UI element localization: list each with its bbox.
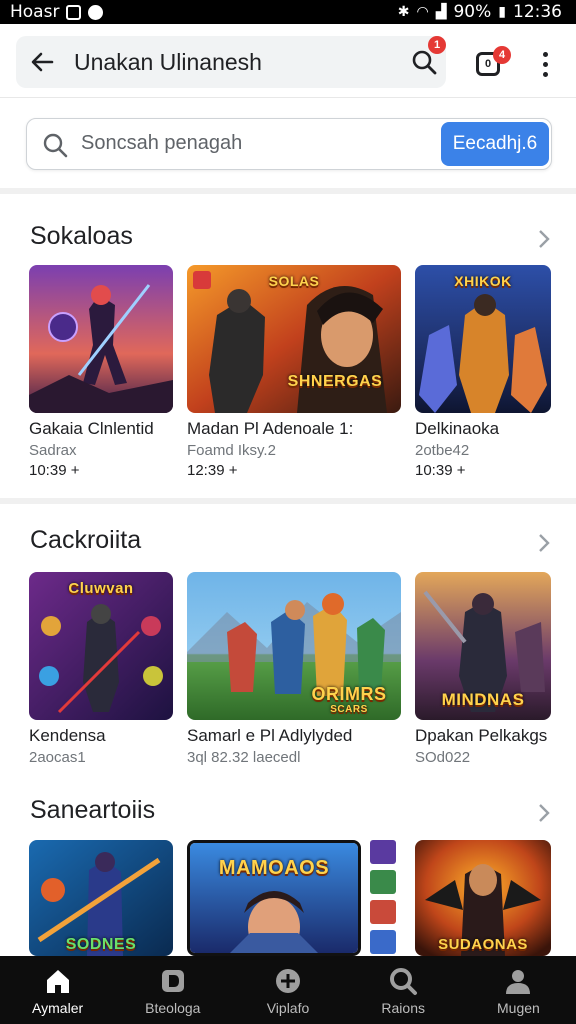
- nav-item-library[interactable]: Bteologa: [115, 956, 230, 1024]
- notification-badge: 4: [493, 46, 511, 64]
- status-time: 12:36: [513, 2, 562, 22]
- card-title: Kendensa: [29, 726, 106, 745]
- profile-icon: [506, 970, 531, 994]
- game-thumbnail: MINDNAS: [415, 572, 551, 720]
- nav-label: Aymaler: [32, 1000, 84, 1016]
- game-card[interactable]: SOLAS SHNERGAS Madan Pl Adenoale 1: Foam…: [187, 265, 401, 479]
- thumbnail-logo-text: SUDAONAS: [438, 936, 528, 953]
- card-subtitle: Foamd Iksy.2: [187, 442, 276, 459]
- search-field-icon: [43, 133, 68, 158]
- section-title-2: Cackroiita: [30, 526, 142, 554]
- game-card[interactable]: Gakaia Clnlentid Sadrax 10:39 +: [29, 265, 173, 479]
- card-time: 10:39 +: [415, 462, 466, 479]
- card-title: Samarl e Pl Adlylyded: [187, 726, 353, 745]
- chevron-right-icon[interactable]: [536, 532, 552, 554]
- nav-item-profile[interactable]: Mugen: [461, 956, 576, 1024]
- card-time: 12:39 +: [187, 462, 238, 479]
- nav-label: Mugen: [497, 1000, 540, 1016]
- card-title: Dpakan Pelkakgs: [415, 726, 548, 745]
- back-arrow-icon[interactable]: [28, 48, 56, 76]
- game-card[interactable]: MAMOAOS: [187, 840, 401, 956]
- nav-label: Viplafo: [266, 1000, 310, 1016]
- status-bar: Hoasr ✱ ◠ ▟ 90% ▮ 12:36: [0, 0, 576, 24]
- more-vert-icon[interactable]: [534, 50, 558, 80]
- card-title: Gakaia Clnlentid: [29, 419, 154, 438]
- section-divider: [0, 498, 576, 504]
- toolbar-pill: Unakan Ulinanesh 1: [16, 36, 446, 88]
- bluetooth-icon: ✱: [397, 4, 410, 20]
- game-thumbnail: SUDAONAS: [415, 840, 551, 956]
- notifications-button[interactable]: 0 4: [472, 46, 511, 80]
- search-icon: [390, 968, 418, 995]
- home-icon: [46, 970, 69, 993]
- game-card[interactable]: SUDAONAS: [415, 840, 551, 956]
- page-title: Unakan Ulinanesh: [74, 49, 262, 75]
- thumbnail-small-text: SCARS: [330, 704, 368, 715]
- nav-label: Bteologa: [145, 1000, 201, 1016]
- nav-item-home[interactable]: Aymaler: [0, 956, 115, 1024]
- section-title-3: Saneartoiis: [30, 796, 156, 824]
- chevron-right-icon[interactable]: [536, 802, 552, 824]
- card-title: Madan Pl Adenoale 1:: [187, 419, 354, 438]
- search-button[interactable]: Eecadhj.6: [441, 122, 549, 166]
- game-card[interactable]: XHIKOK Delkinaoka 2otbe42 10:39 +: [415, 265, 551, 479]
- section-title-1: Sokaloas: [30, 222, 133, 250]
- game-card[interactable]: MINDNAS Dpakan Pelkakgs SOd022: [415, 572, 551, 766]
- sync-icon: [88, 4, 104, 20]
- battery-icon: ▮: [498, 4, 506, 20]
- card-subtitle: 2otbe42: [415, 442, 470, 459]
- game-card[interactable]: Cluwvan Kendensa 2aocas1: [29, 572, 173, 766]
- card-title: Delkinaoka: [415, 419, 500, 438]
- card-subtitle: Sadrax: [29, 442, 77, 459]
- nav-item-search[interactable]: Raions: [346, 956, 461, 1024]
- game-card[interactable]: SODNES: [29, 840, 173, 956]
- nav-item-add[interactable]: Viplafo: [230, 956, 345, 1024]
- nav-label: Raions: [381, 1000, 425, 1016]
- wifi-icon: ◠: [416, 4, 429, 20]
- thumbnail-logo-text: SODNES: [65, 936, 137, 953]
- app-bar: Unakan Ulinanesh 1 0 4: [0, 24, 576, 98]
- thumbnail-top-text: XHIKOK: [454, 273, 512, 289]
- battery-percent: 90%: [453, 2, 492, 22]
- status-carrier-text: Hoasr: [10, 2, 60, 22]
- game-thumbnail: ORIMRS SCARS: [187, 572, 401, 720]
- search-badge: 1: [428, 36, 446, 54]
- thumbnail-logo-text: MAMOAOS: [218, 857, 330, 879]
- card-subtitle: 3ql 82.32 laecedl: [187, 749, 301, 766]
- thumbnail-logo-text: ORIMRS: [311, 684, 387, 704]
- thumbnail-top-text: SOLAS: [268, 273, 320, 289]
- library-icon: [161, 970, 184, 992]
- screenshot-strip: [370, 840, 398, 954]
- thumbnail-logo-text: MINDNAS: [441, 690, 525, 709]
- search-input[interactable]: Soncsah penagah Eecadhj.6: [26, 118, 552, 170]
- game-thumbnail: SODNES: [29, 840, 173, 956]
- game-thumbnail: MAMOAOS: [187, 840, 361, 956]
- card-subtitle: SOd022: [415, 749, 471, 766]
- chevron-right-icon[interactable]: [536, 228, 552, 250]
- game-thumbnail: SOLAS SHNERGAS: [187, 265, 401, 413]
- signal-icon: ▟: [435, 4, 447, 20]
- notification-icon: [66, 4, 82, 20]
- game-thumbnail: [29, 265, 173, 413]
- search-placeholder: Soncsah penagah: [81, 132, 243, 154]
- add-circle-icon: [276, 969, 300, 993]
- card-subtitle: 2aocas1: [29, 749, 86, 766]
- game-thumbnail: XHIKOK: [415, 265, 551, 413]
- thumbnail-logo-text: SHNERGAS: [287, 373, 383, 390]
- bottom-navigation: Aymaler Bteologa Viplafo Raions Mugen: [0, 956, 576, 1024]
- search-band: Soncsah penagah Eecadhj.6: [0, 98, 576, 194]
- card-time: 10:39 +: [29, 462, 80, 479]
- game-card[interactable]: ORIMRS SCARS Samarl e Pl Adlylyded 3ql 8…: [187, 572, 401, 766]
- game-thumbnail: Cluwvan: [29, 572, 173, 720]
- thumbnail-top-text: Cluwvan: [68, 580, 134, 597]
